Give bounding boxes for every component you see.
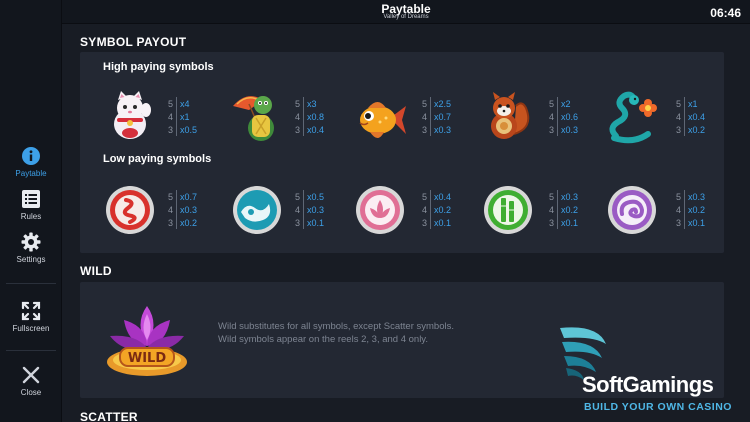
sidebar-divider xyxy=(6,350,56,351)
paytable-low-1: 5 x0.7 4 x0.3 3 x0.2 xyxy=(167,190,198,229)
paytable-low-4: 5 x0.3 4 x0.2 3 x0.1 xyxy=(548,190,579,229)
sidebar-divider xyxy=(6,283,56,284)
paytable-high-4: 5 x2 4 x0.6 3 x0.3 xyxy=(548,97,579,136)
purple-cloud-orb-icon xyxy=(608,186,656,234)
wild-description-line: Wild symbols appear on the reels 2, 3, a… xyxy=(218,334,428,345)
info-icon xyxy=(22,147,40,165)
section-title-scatter: SCATTER xyxy=(80,410,138,422)
softgamings-tagline: BUILD YOUR OWN CASINO xyxy=(584,401,732,413)
sidebar: Paytable Rules Settings Fullscreen Close xyxy=(0,0,62,422)
sidebar-item-paytable[interactable]: Paytable xyxy=(0,146,62,178)
fullscreen-icon xyxy=(21,301,41,321)
section-title-wild: WILD xyxy=(80,264,112,278)
paytable-high-5: 5 x1 4 x0.4 3 x0.2 xyxy=(675,97,706,136)
section-title-symbol-payout: SYMBOL PAYOUT xyxy=(80,35,187,49)
sidebar-item-label: Close xyxy=(20,388,42,397)
snake-flower-icon xyxy=(609,91,657,144)
sidebar-item-label: Fullscreen xyxy=(12,324,50,333)
wild-description: Wild substitutes for all symbols, except… xyxy=(218,320,518,346)
sidebar-item-settings[interactable]: Settings xyxy=(0,232,62,264)
paytable-low-5: 5 x0.3 4 x0.2 3 x0.1 xyxy=(675,190,706,229)
sidebar-item-rules[interactable]: Rules xyxy=(0,189,62,221)
red-panda-icon xyxy=(491,92,530,139)
paytable-high-2: 5 x3 4 x0.8 3 x0.4 xyxy=(294,97,325,136)
sidebar-item-close[interactable]: Close xyxy=(0,365,62,397)
list-icon xyxy=(22,190,40,208)
header: Paytable Valley of Dreams 06:46 xyxy=(62,0,750,24)
gear-icon xyxy=(21,232,41,252)
high-paying-title: High paying symbols xyxy=(103,61,214,73)
wild-description-line: Wild substitutes for all symbols, except… xyxy=(218,321,454,332)
game-name: Valley of Dreams xyxy=(383,14,429,20)
clock: 06:46 xyxy=(710,6,741,20)
paytable-low-2: 5 x0.5 4 x0.3 3 x0.1 xyxy=(294,190,325,229)
teal-water-orb-icon xyxy=(233,186,281,234)
turtle-umbrella-icon xyxy=(233,96,274,141)
softgamings-watermark: SoftGamings BUILD YOUR OWN CASINO xyxy=(554,322,750,422)
wild-badge-label: WILD xyxy=(128,351,166,366)
red-fire-orb-icon xyxy=(106,186,154,234)
low-paying-title: Low paying symbols xyxy=(103,153,212,165)
softgamings-brand: SoftGamings xyxy=(582,372,714,397)
sidebar-item-label: Paytable xyxy=(15,169,47,178)
sidebar-item-label: Settings xyxy=(16,255,46,264)
green-bamboo-orb-icon xyxy=(484,186,532,234)
pink-lotus-orb-icon xyxy=(356,186,404,234)
paytable-low-3: 5 x0.4 4 x0.2 3 x0.1 xyxy=(421,190,452,229)
sidebar-item-label: Rules xyxy=(20,212,42,221)
wild-lotus-icon: WILD xyxy=(107,306,187,376)
paytable-high-3: 5 x2.5 4 x0.7 3 x0.3 xyxy=(421,97,452,136)
lucky-cat-icon xyxy=(114,91,151,139)
close-icon xyxy=(22,366,40,384)
goldfish-icon xyxy=(359,102,406,138)
paytable-high-1: 5 x4 4 x1 3 x0.5 xyxy=(167,97,198,136)
sidebar-item-fullscreen[interactable]: Fullscreen xyxy=(0,301,62,333)
